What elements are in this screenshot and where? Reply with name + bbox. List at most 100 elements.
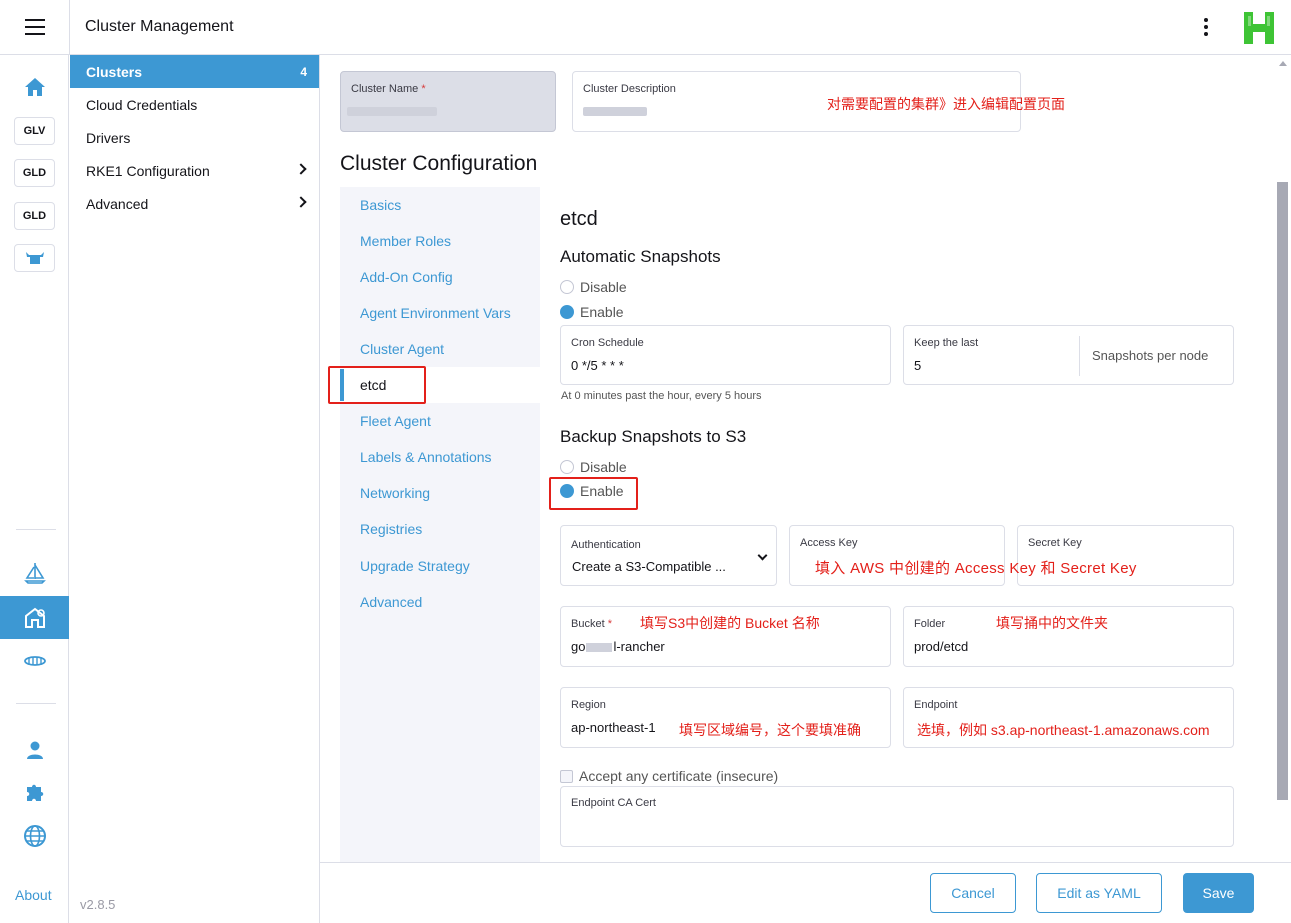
radio-off-icon (560, 280, 574, 294)
brand-logo[interactable] (1240, 9, 1278, 47)
redacted-value (583, 107, 647, 116)
cancel-button[interactable]: Cancel (930, 873, 1016, 913)
tab-advanced[interactable]: Advanced (360, 594, 422, 610)
annotation-region: 填写区域编号，这个要填准确 (679, 722, 861, 738)
auto-snapshots-disable-radio[interactable]: Disable (560, 278, 627, 296)
cluster-management-nav: Clusters 4 Cloud Credentials Drivers RKE… (70, 55, 320, 923)
cluster-chip-gld-2[interactable]: GLD (14, 202, 55, 230)
topbar-divider (69, 0, 70, 55)
cluster-management-icon[interactable] (0, 596, 69, 639)
cluster-chip-glv[interactable]: GLV (14, 117, 55, 145)
radio-on-icon (560, 305, 574, 319)
chevron-right-icon (295, 196, 307, 208)
tab-networking[interactable]: Networking (360, 485, 430, 501)
backup-s3-heading: Backup Snapshots to S3 (560, 427, 747, 446)
about-link[interactable]: About (15, 887, 52, 903)
tab-fleet-agent[interactable]: Fleet Agent (360, 413, 431, 429)
endpoint-ca-cert-label: Endpoint CA Cert (571, 797, 656, 809)
annotation-folder: 填写捅中的文件夹 (996, 615, 1108, 631)
scrollbar-thumb[interactable] (1277, 182, 1288, 800)
tab-add-on-config[interactable]: Add-On Config (360, 269, 453, 285)
nav-item-clusters[interactable]: Clusters 4 (70, 55, 319, 88)
annotation-keys: 填入 AWS 中创建的 Access Key 和 Secret Key (815, 560, 1137, 577)
config-tabs: Basics Member Roles Add-On Config Agent … (340, 187, 540, 863)
tab-member-roles[interactable]: Member Roles (360, 233, 451, 249)
endpoint-ca-cert-textarea[interactable]: Endpoint CA Cert (560, 786, 1234, 847)
accept-insecure-checkbox[interactable]: Accept any certificate (insecure) (560, 767, 778, 785)
globe-icon[interactable] (14, 822, 55, 850)
cattle-icon[interactable] (14, 244, 55, 272)
cluster-chip-gld-1[interactable]: GLD (14, 159, 55, 187)
nav-item-label: Drivers (86, 129, 131, 146)
nav-item-label: RKE1 Configuration (86, 162, 210, 179)
keep-the-last-label: Keep the last (914, 337, 979, 349)
nav-item-label: Advanced (86, 195, 149, 212)
annotation-bucket: 填写S3中创建的 Bucket 名称 (640, 615, 820, 631)
menu-icon[interactable] (25, 19, 45, 35)
tab-upgrade-strategy[interactable]: Upgrade Strategy (360, 558, 470, 574)
extensions-puzzle-icon[interactable] (14, 779, 55, 807)
cron-schedule-value: 0 */5 * * * (571, 358, 624, 373)
auto-snapshots-enable-radio[interactable]: Enable (560, 303, 624, 321)
cron-schedule-label: Cron Schedule (571, 337, 644, 349)
authentication-label: Authentication (571, 539, 641, 551)
page-title: Cluster Management (85, 18, 234, 35)
chevron-down-icon (757, 550, 768, 561)
keep-the-last-value: 5 (914, 358, 922, 373)
etcd-heading: etcd (560, 208, 598, 230)
tab-basics[interactable]: Basics (360, 197, 401, 213)
nav-item-drivers[interactable]: Drivers (70, 121, 319, 154)
checkbox-icon (560, 769, 573, 783)
authentication-value: Create a S3-Compatible ... (572, 559, 726, 574)
cron-description-hint: At 0 minutes past the hour, every 5 hour… (561, 390, 762, 402)
sailboat-icon[interactable] (14, 559, 55, 587)
keep-snapshots-field[interactable]: Keep the last 5 Snapshots per node (903, 325, 1234, 385)
redacted-value (347, 107, 437, 116)
fleet-icon[interactable] (14, 647, 55, 675)
region-value: ap-northeast-1 (571, 720, 656, 735)
tab-labels-annotations[interactable]: Labels & Annotations (360, 449, 492, 465)
tab-registries[interactable]: Registries (360, 521, 422, 537)
s3-disable-radio[interactable]: Disable (560, 458, 627, 476)
cron-schedule-field[interactable]: Cron Schedule 0 */5 * * * (560, 325, 891, 385)
version-label: v2.8.5 (80, 897, 116, 912)
bucket-label: Bucket * (571, 618, 612, 630)
nav-item-rke1-configuration[interactable]: RKE1 Configuration (70, 154, 319, 187)
tab-cluster-agent[interactable]: Cluster Agent (360, 341, 444, 357)
radio-label: Enable (580, 304, 624, 320)
scroll-up-arrow-icon[interactable] (1279, 61, 1287, 66)
checkbox-label: Accept any certificate (insecure) (579, 768, 779, 784)
folder-label: Folder (914, 618, 946, 630)
folder-value: prod/etcd (914, 639, 969, 654)
region-label: Region (571, 699, 606, 711)
annotation-endpoint: 选填，例如 s3.ap-northeast-1.amazonaws.com (917, 722, 1210, 738)
bucket-value: go l-rancher (571, 639, 665, 654)
nav-item-cloud-credentials[interactable]: Cloud Credentials (70, 88, 319, 121)
annotation-edit-config: 对需要配置的集群》进入编辑配置页面 (827, 96, 1065, 112)
nav-item-advanced[interactable]: Advanced (70, 187, 319, 220)
chevron-right-icon (295, 163, 307, 175)
cluster-name-label: Cluster Name * (351, 83, 426, 95)
home-icon[interactable] (14, 73, 55, 101)
radio-off-icon (560, 460, 574, 474)
radio-label: Disable (580, 279, 627, 295)
user-icon[interactable] (14, 736, 55, 764)
secret-key-label: Secret Key (1028, 537, 1082, 549)
more-options-icon[interactable] (1200, 18, 1212, 38)
edit-as-yaml-button[interactable]: Edit as YAML (1036, 873, 1162, 913)
save-button[interactable]: Save (1183, 873, 1254, 913)
icon-rail: GLV GLD GLD About (0, 55, 69, 923)
top-bar: Cluster Management (0, 0, 1291, 55)
tab-agent-environment-vars[interactable]: Agent Environment Vars (360, 305, 511, 321)
automatic-snapshots-heading: Automatic Snapshots (560, 247, 721, 266)
snapshots-per-node-suffix: Snapshots per node (1092, 348, 1209, 363)
rail-divider (16, 529, 56, 530)
cluster-description-label: Cluster Description (583, 83, 676, 95)
cluster-name-field: Cluster Name * (340, 71, 556, 132)
input-suffix-divider (1079, 336, 1080, 376)
authentication-select[interactable]: Authentication Create a S3-Compatible ..… (560, 525, 777, 586)
cluster-configuration-title: Cluster Configuration (340, 152, 538, 175)
nav-item-label: Cloud Credentials (86, 96, 198, 113)
rail-divider-2 (16, 703, 56, 704)
nav-item-label: Clusters (86, 63, 143, 80)
